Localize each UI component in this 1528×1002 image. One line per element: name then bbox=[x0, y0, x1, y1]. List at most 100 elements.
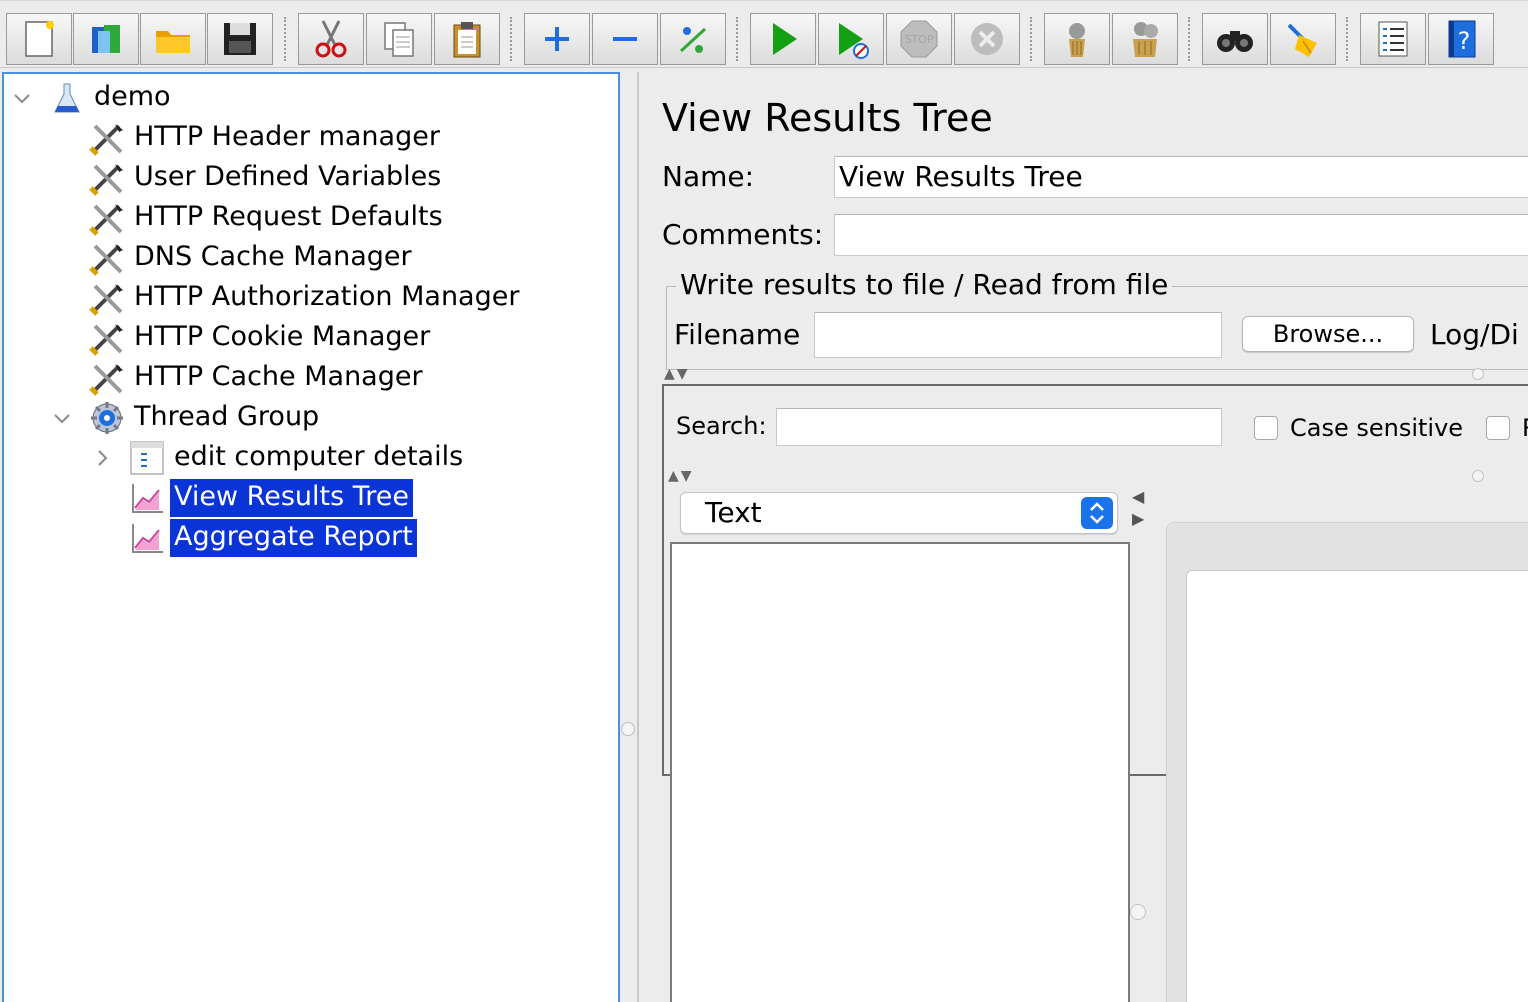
tree-item-label: View Results Tree bbox=[170, 479, 413, 517]
toolbar-separator bbox=[510, 17, 512, 61]
case-sensitive-checkbox[interactable] bbox=[1254, 416, 1278, 440]
collapse-icon bbox=[613, 37, 637, 41]
reset-search-icon bbox=[1287, 23, 1317, 57]
split-dot[interactable] bbox=[1472, 368, 1484, 380]
save-button[interactable] bbox=[207, 13, 273, 65]
config-element-icon bbox=[88, 199, 126, 237]
tree-item-http-header-manager[interactable]: HTTP Header manager bbox=[88, 118, 444, 158]
paste-button[interactable] bbox=[434, 13, 500, 65]
new-icon bbox=[25, 21, 54, 57]
results-tree-list[interactable] bbox=[670, 542, 1130, 1002]
file-group-title: Write results to file / Read from file bbox=[676, 268, 1173, 301]
tree-item-http-authorization-manager[interactable]: HTTP Authorization Manager bbox=[88, 278, 523, 318]
renderer-select[interactable]: Text bbox=[680, 492, 1118, 534]
cut-button[interactable] bbox=[298, 13, 364, 65]
tree-item-label: Thread Group bbox=[134, 401, 320, 432]
name-field[interactable]: View Results Tree bbox=[834, 156, 1528, 198]
tree-item-label: User Defined Variables bbox=[134, 161, 442, 192]
help-button[interactable]: ? bbox=[1428, 13, 1494, 65]
regex-checkbox[interactable] bbox=[1486, 416, 1510, 440]
log-display-label: Log/Di bbox=[1430, 318, 1519, 351]
test-plan-icon bbox=[48, 79, 86, 117]
name-label: Name: bbox=[662, 160, 755, 193]
tree-item-view-results-tree[interactable]: View Results Tree bbox=[128, 478, 413, 518]
tree-item-label: HTTP Header manager bbox=[134, 121, 440, 152]
function-helper-icon bbox=[1378, 21, 1408, 57]
svg-text:?: ? bbox=[1458, 27, 1471, 55]
tree-item-edit-computer-details[interactable]: edit computer details bbox=[128, 438, 467, 478]
start-no-pauses-icon bbox=[839, 23, 869, 59]
split-arrows[interactable]: ▲▼ bbox=[664, 366, 690, 382]
toggle-icon bbox=[679, 27, 707, 53]
templates-button[interactable] bbox=[73, 13, 139, 65]
config-element-icon bbox=[88, 319, 126, 357]
toolbar-separator bbox=[1030, 17, 1032, 61]
config-element-icon bbox=[88, 359, 126, 397]
split-pane-handle[interactable] bbox=[1130, 904, 1146, 920]
reset-search-button[interactable] bbox=[1270, 13, 1336, 65]
chevron-down-icon[interactable] bbox=[52, 408, 72, 428]
split-pane-handle[interactable] bbox=[621, 722, 635, 736]
clear-all-button[interactable] bbox=[1112, 13, 1178, 65]
tree-item-label: edit computer details bbox=[174, 441, 464, 472]
search-input[interactable] bbox=[776, 408, 1222, 446]
tree-item-http-cache-manager[interactable]: HTTP Cache Manager bbox=[88, 358, 427, 398]
function-helper-button[interactable] bbox=[1360, 13, 1426, 65]
tree-item-dns-cache-manager[interactable]: DNS Cache Manager bbox=[88, 238, 416, 278]
config-element-icon bbox=[88, 279, 126, 317]
regex-label: R bbox=[1522, 414, 1528, 442]
search-button[interactable] bbox=[1202, 13, 1268, 65]
new-button[interactable] bbox=[6, 13, 72, 65]
help-icon: ? bbox=[1448, 20, 1476, 58]
toolbar-separator bbox=[284, 17, 286, 61]
copy-button[interactable] bbox=[366, 13, 432, 65]
nav-arrows[interactable]: ◀ ▶ bbox=[1132, 486, 1148, 530]
config-element-icon bbox=[88, 119, 126, 157]
clear-icon bbox=[1069, 23, 1085, 57]
toolbar-separator bbox=[1346, 17, 1348, 61]
toolbar-separator bbox=[736, 17, 738, 61]
split-dot[interactable] bbox=[1472, 470, 1484, 482]
clear-button[interactable] bbox=[1044, 13, 1110, 65]
open-button[interactable] bbox=[140, 13, 206, 65]
config-element-icon bbox=[88, 159, 126, 197]
case-sensitive-label: Case sensitive bbox=[1290, 414, 1464, 442]
toolbar-separator bbox=[1188, 17, 1190, 61]
split-pane-divider[interactable] bbox=[637, 72, 639, 1002]
paste-icon bbox=[453, 22, 481, 58]
start-no-pauses-button[interactable] bbox=[818, 13, 884, 65]
filename-field[interactable] bbox=[814, 312, 1222, 358]
chevron-right-icon[interactable] bbox=[92, 448, 112, 468]
tree-item-thread-group[interactable]: Thread Group bbox=[88, 398, 323, 438]
collapse-all-button[interactable] bbox=[592, 13, 658, 65]
stop-label: STOP bbox=[905, 33, 934, 46]
tree-item-aggregate-report[interactable]: Aggregate Report bbox=[128, 518, 417, 558]
toolbar: STOP ? bbox=[0, 0, 1528, 68]
chevron-down-icon[interactable] bbox=[12, 88, 32, 108]
start-button[interactable] bbox=[750, 13, 816, 65]
select-arrows-icon bbox=[1081, 497, 1113, 529]
transaction-controller-icon bbox=[128, 439, 166, 477]
templates-icon bbox=[92, 25, 120, 53]
split-arrows[interactable]: ▲▼ bbox=[668, 468, 694, 484]
tree-item-demo[interactable]: demo bbox=[48, 78, 175, 118]
expand-all-button[interactable] bbox=[524, 13, 590, 65]
config-element-icon bbox=[88, 239, 126, 277]
tree-item-http-request-defaults[interactable]: HTTP Request Defaults bbox=[88, 198, 447, 238]
shutdown-button[interactable] bbox=[954, 13, 1020, 65]
filename-label: Filename bbox=[674, 318, 801, 351]
comments-field[interactable] bbox=[834, 214, 1528, 256]
comments-label: Comments: bbox=[662, 218, 824, 251]
cut-icon bbox=[315, 20, 347, 58]
stop-button[interactable]: STOP bbox=[886, 13, 952, 65]
renderer-select-value: Text bbox=[705, 496, 762, 529]
result-detail-pane bbox=[1186, 570, 1528, 1002]
listener-icon bbox=[128, 519, 166, 557]
tree-item-user-defined-variables[interactable]: User Defined Variables bbox=[88, 158, 445, 198]
browse-button[interactable]: Browse... bbox=[1242, 316, 1414, 352]
open-icon bbox=[156, 31, 190, 53]
start-icon bbox=[773, 23, 797, 55]
test-plan-tree[interactable]: demo HTTP Header manager User Defined Va… bbox=[2, 72, 620, 1002]
tree-item-http-cookie-manager[interactable]: HTTP Cookie Manager bbox=[88, 318, 434, 358]
toggle-button[interactable] bbox=[660, 13, 726, 65]
